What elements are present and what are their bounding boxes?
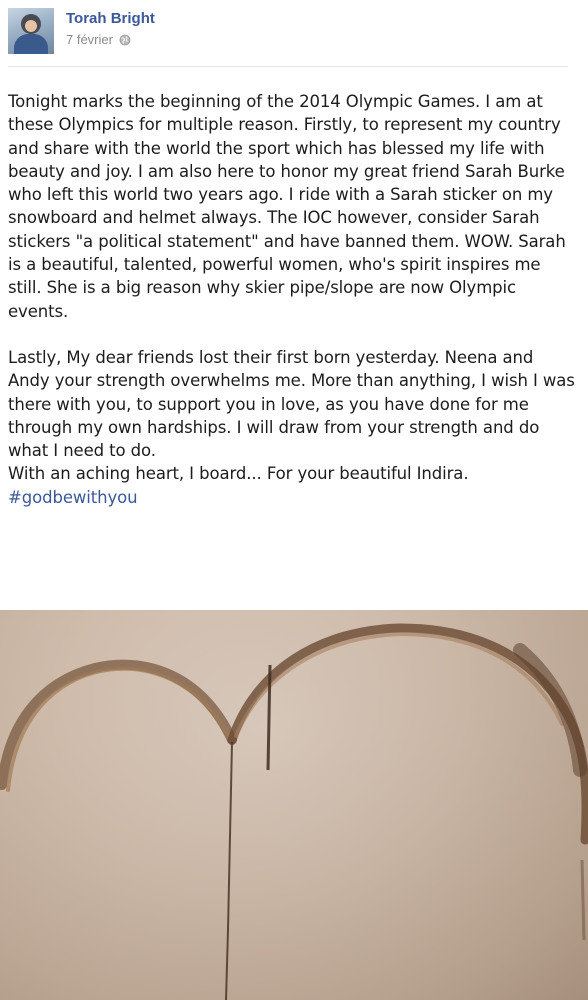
facebook-post: Torah Bright 7 février Tonight marks the… (0, 0, 588, 1000)
header-divider (8, 66, 568, 67)
post-photo[interactable] (0, 610, 588, 1000)
post-date-link[interactable]: 7 février (66, 32, 113, 47)
post-text: Tonight marks the beginning of the 2014 … (8, 90, 576, 509)
heart-drawing (0, 610, 588, 1000)
post-paragraph: With an aching heart, I board... For you… (8, 464, 469, 484)
hashtag-link[interactable]: #godbewithyou (8, 488, 138, 507)
post-paragraph: Lastly, My dear friends lost their first… (8, 347, 575, 461)
post-paragraph: Tonight marks the beginning of the 2014 … (8, 92, 566, 321)
author-name-link[interactable]: Torah Bright (66, 10, 155, 27)
post-header: Torah Bright 7 février (8, 8, 568, 58)
author-avatar[interactable] (8, 8, 54, 54)
post-meta: 7 février (66, 32, 131, 47)
globe-icon[interactable] (119, 34, 131, 46)
